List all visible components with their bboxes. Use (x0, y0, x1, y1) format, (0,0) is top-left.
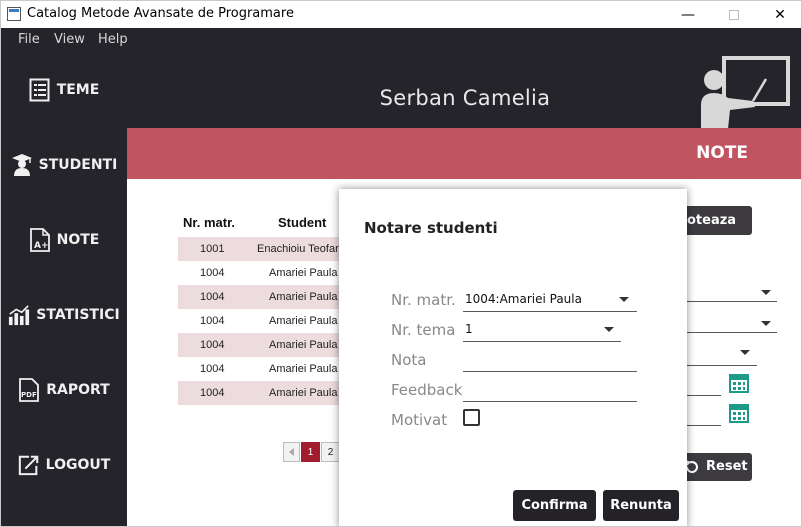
sidebar-item-raport[interactable]: PDF RAPORT (1, 370, 127, 410)
calendar-icon[interactable] (729, 373, 749, 393)
filter-field-underline (687, 365, 757, 366)
motivat-label: Motivat (391, 411, 448, 429)
feedback-input[interactable] (463, 378, 637, 402)
page-button-1[interactable]: 1 (301, 442, 320, 462)
close-icon: ✕ (774, 6, 786, 23)
cell-student: Amariei Paula (269, 267, 338, 279)
confirm-button[interactable]: Confirma (513, 490, 596, 521)
nr-matr-select[interactable]: 1004:Amariei Paula (463, 288, 637, 312)
menu-view[interactable]: View (54, 32, 85, 47)
minimize-button[interactable]: — (665, 1, 711, 28)
sidebar-item-label: LOGOUT (45, 457, 111, 473)
feedback-label: Feedback (391, 381, 463, 399)
cell-nr-matr: 1004 (200, 315, 225, 327)
cell-student: Enachioiu Teofan (257, 243, 340, 255)
svg-text:PDF: PDF (21, 391, 37, 399)
nr-tema-value: 1 (465, 322, 473, 336)
svg-text:A+: A+ (34, 241, 49, 251)
filter-field-underline (687, 301, 777, 302)
table-row[interactable]: 1004 Amariei Paula (178, 285, 340, 309)
sidebar-item-label: NOTE (56, 232, 100, 248)
reset-label: Reset (706, 459, 748, 474)
menu-bar: File View Help (1, 28, 801, 51)
app-icon (7, 7, 21, 21)
cell-student: Amariei Paula (269, 291, 338, 303)
table-row[interactable]: 1004 Amariei Paula (178, 261, 340, 285)
section-banner: NOTE (127, 128, 801, 179)
page-button-2[interactable]: 2 (321, 442, 340, 462)
sidebar-item-logout[interactable]: LOGOUT (1, 445, 127, 485)
date-field-underline (687, 425, 721, 426)
sidebar-item-label: RAPORT (46, 382, 110, 398)
cell-nr-matr: 1004 (200, 267, 225, 279)
sidebar-item-teme[interactable]: TEME (1, 70, 127, 110)
maximize-button[interactable] (711, 1, 757, 28)
nr-tema-select[interactable]: 1 (463, 318, 621, 342)
table-row[interactable]: 1004 Amariei Paula (178, 333, 340, 357)
previous-page-button[interactable] (283, 442, 300, 462)
cell-student: Amariei Paula (269, 387, 338, 399)
sidebar-item-note[interactable]: A+ NOTE (1, 220, 127, 260)
grade-document-icon: A+ (29, 228, 50, 252)
table-row[interactable]: 1001 Enachioiu Teofan (178, 237, 340, 261)
chevron-down-icon[interactable] (740, 350, 750, 355)
cell-nr-matr: 1004 (200, 291, 225, 303)
sidebar-item-statistici[interactable]: STATISTICI (1, 295, 127, 335)
list-icon (29, 78, 50, 102)
cell-student: Amariei Paula (269, 339, 338, 351)
header: Serban Camelia (127, 51, 801, 129)
dialog-title: Notare studenti (364, 219, 498, 237)
column-header-nr-matr[interactable]: Nr. matr. (183, 215, 235, 230)
date-field-underline (687, 395, 721, 396)
menu-file[interactable]: File (18, 32, 40, 47)
cell-nr-matr: 1004 (200, 387, 225, 399)
cell-student: Amariei Paula (269, 363, 338, 375)
add-grade-button[interactable]: oteaza (681, 206, 752, 235)
cell-nr-matr: 1004 (200, 363, 225, 375)
minimize-icon: — (681, 6, 695, 23)
chevron-down-icon[interactable] (761, 321, 771, 326)
cell-nr-matr: 1001 (200, 243, 225, 255)
nr-matr-value: 1004:Amariei Paula (465, 292, 582, 306)
nota-label: Nota (391, 351, 427, 369)
window-title: Catalog Metode Avansate de Programare (27, 6, 294, 21)
sidebar-item-label: STUDENTI (38, 157, 118, 173)
table-row[interactable]: 1004 Amariei Paula (178, 357, 340, 381)
section-title: NOTE (696, 143, 748, 163)
teacher-icon (701, 56, 790, 129)
grade-dialog: Notare studenti Nr. matr. 1004:Amariei P… (339, 189, 687, 526)
sidebar-item-label: STATISTICI (36, 307, 120, 323)
cancel-button[interactable]: Renunta (603, 490, 679, 521)
table-row[interactable]: 1004 Amariei Paula (178, 381, 340, 405)
sidebar-item-studenti[interactable]: STUDENTI (1, 145, 127, 185)
cell-nr-matr: 1004 (200, 339, 225, 351)
cell-student: Amariei Paula (269, 315, 338, 327)
nr-tema-label: Nr. tema (391, 321, 456, 339)
graduate-icon (11, 154, 32, 176)
logout-icon (18, 455, 38, 476)
filter-field-underline (687, 332, 777, 333)
chevron-down-icon (604, 327, 614, 332)
app-window: Catalog Metode Avansate de Programare — … (0, 0, 802, 527)
calendar-icon[interactable] (729, 403, 749, 423)
sidebar-item-label: TEME (56, 82, 100, 98)
sidebar: TEME STUDENTI A+ NOTE STATISTICI PDF RAP… (1, 51, 127, 526)
close-button[interactable]: ✕ (757, 1, 801, 28)
maximize-icon (729, 9, 739, 20)
chevron-down-icon[interactable] (761, 290, 771, 295)
nota-input[interactable] (463, 348, 637, 372)
menu-help[interactable]: Help (98, 32, 128, 47)
chevron-left-icon (289, 448, 294, 456)
chevron-down-icon (619, 297, 629, 302)
nr-matr-label: Nr. matr. (391, 291, 456, 309)
add-grade-label: oteaza (687, 213, 737, 228)
motivat-checkbox[interactable] (463, 409, 480, 426)
pdf-icon: PDF (19, 378, 40, 402)
column-header-student[interactable]: Student (278, 215, 326, 230)
bar-chart-icon (9, 305, 30, 326)
table-row[interactable]: 1004 Amariei Paula (178, 309, 340, 333)
title-bar: Catalog Metode Avansate de Programare — … (1, 1, 801, 28)
